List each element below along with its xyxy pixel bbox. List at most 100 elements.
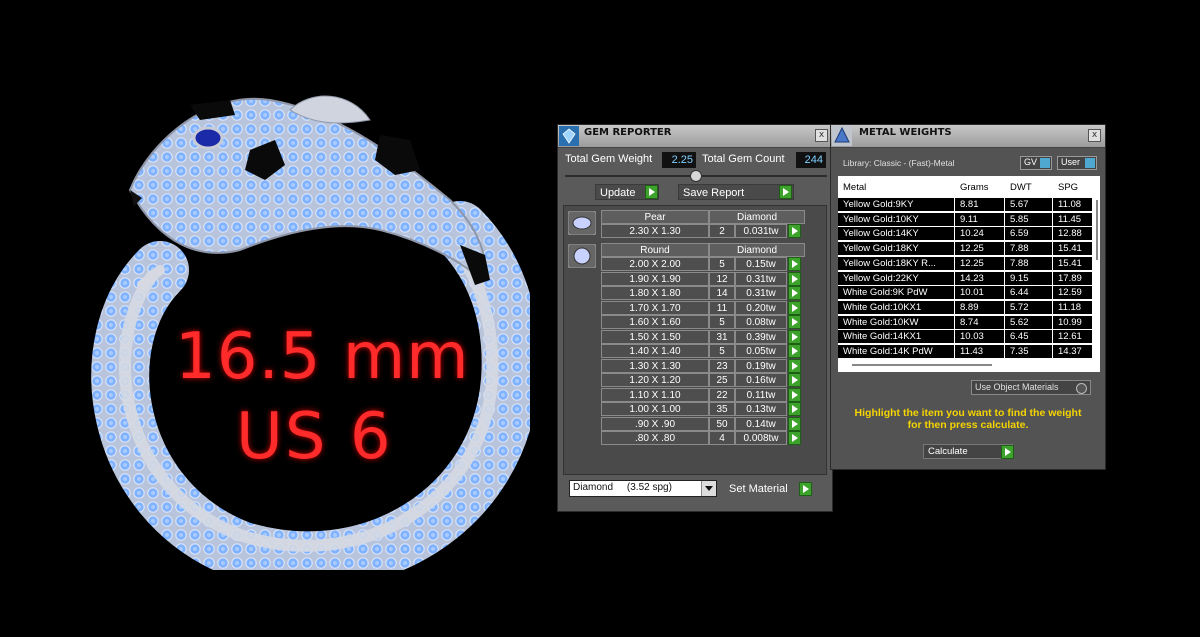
- dwt-column-header[interactable]: DWT: [1005, 178, 1053, 198]
- round-select-arrow-icon[interactable]: [788, 358, 801, 373]
- gv-toggle[interactable]: GV: [1020, 156, 1052, 170]
- metal-row[interactable]: Yellow Gold:18KY 12.25 7.88 15.41: [838, 242, 1093, 257]
- round-gem-row[interactable]: 1.00 X 1.00 35 0.13tw: [601, 402, 823, 416]
- gv-toggle-label: GV: [1024, 157, 1038, 167]
- calculate-button[interactable]: Calculate: [923, 444, 1013, 459]
- metal-grams: 11.43: [955, 345, 1005, 359]
- round-gem-row[interactable]: 1.70 X 1.70 11 0.20tw: [601, 300, 823, 315]
- save-report-button[interactable]: Save Report: [678, 184, 794, 200]
- metal-name: Yellow Gold:18KY: [838, 242, 955, 257]
- set-material-arrow-icon[interactable]: [799, 482, 812, 496]
- metal-dwt: 9.15: [1005, 271, 1053, 286]
- metal-dwt: 5.62: [1005, 315, 1053, 330]
- round-select-arrow-icon[interactable]: [788, 329, 801, 344]
- update-arrow-icon[interactable]: [645, 185, 658, 199]
- round-gem-row[interactable]: 2.00 X 2.00 5 0.15tw: [601, 257, 823, 271]
- metal-row[interactable]: Yellow Gold:18KY R... 12.25 7.88 15.41: [838, 256, 1093, 271]
- round-select-arrow-icon[interactable]: [788, 416, 801, 431]
- round-weight: 0.11tw: [735, 387, 787, 402]
- gem-reporter-close-icon[interactable]: x: [815, 129, 828, 142]
- round-count: 5: [709, 315, 735, 329]
- round-gem-row[interactable]: 1.20 X 1.20 25 0.16tw: [601, 373, 823, 387]
- metal-spg: 17.89: [1053, 271, 1093, 286]
- metal-name: Yellow Gold:14KY: [838, 227, 955, 242]
- use-object-materials-checkbox[interactable]: Use Object Materials: [971, 380, 1091, 395]
- round-select-arrow-icon[interactable]: [788, 402, 801, 416]
- metal-row[interactable]: White Gold:10KW 8.74 5.62 10.99: [838, 315, 1093, 330]
- round-select-arrow-icon[interactable]: [788, 257, 801, 271]
- spg-column-header[interactable]: SPG: [1053, 178, 1093, 198]
- calculate-arrow-icon[interactable]: [1001, 445, 1014, 459]
- pear-shape-label: Pear: [601, 210, 709, 224]
- report-slider-handle[interactable]: [690, 170, 702, 182]
- metal-weights-close-icon[interactable]: x: [1088, 129, 1101, 142]
- metal-dwt: 6.59: [1005, 227, 1053, 242]
- round-gem-row[interactable]: 1.30 X 1.30 23 0.19tw: [601, 358, 823, 373]
- round-count: 11: [709, 300, 735, 315]
- round-count: 31: [709, 329, 735, 344]
- pear-gem-icon: [568, 211, 596, 235]
- round-weight: 0.20tw: [735, 300, 787, 315]
- round-select-arrow-icon[interactable]: [788, 300, 801, 315]
- hint-line-2: for then press calculate.: [907, 419, 1029, 431]
- metal-column-header[interactable]: Metal: [838, 178, 955, 198]
- user-toggle[interactable]: User: [1057, 156, 1097, 170]
- metal-dwt: 7.88: [1005, 256, 1053, 271]
- round-select-arrow-icon[interactable]: [788, 271, 801, 286]
- material-select[interactable]: Diamond (3.52 spg): [569, 480, 717, 497]
- pear-select-arrow-icon[interactable]: [788, 224, 801, 238]
- metal-table-vscrollbar[interactable]: [1094, 198, 1100, 358]
- gem-reporter-titlebar[interactable]: GEM REPORTER x: [558, 125, 832, 148]
- grams-column-header[interactable]: Grams: [955, 178, 1005, 198]
- metal-grams: 10.01: [955, 286, 1005, 301]
- metal-row[interactable]: Yellow Gold:22KY 14.23 9.15 17.89: [838, 271, 1093, 286]
- metal-name: Yellow Gold:18KY R...: [838, 256, 955, 271]
- metal-row[interactable]: Yellow Gold:14KY 10.24 6.59 12.88: [838, 227, 1093, 242]
- metal-weights-app-icon: [832, 126, 852, 146]
- chevron-down-icon[interactable]: [701, 481, 716, 496]
- round-count: 5: [709, 257, 735, 271]
- metal-weights-titlebar[interactable]: METAL WEIGHTS x: [831, 125, 1105, 148]
- metal-grams: 8.89: [955, 300, 1005, 315]
- round-size: 1.60 X 1.60: [601, 315, 709, 329]
- metal-weights-title: METAL WEIGHTS: [859, 127, 952, 138]
- round-select-arrow-icon[interactable]: [788, 286, 801, 300]
- round-select-arrow-icon[interactable]: [788, 373, 801, 387]
- round-count: 50: [709, 416, 735, 431]
- round-select-arrow-icon[interactable]: [788, 315, 801, 329]
- metal-dwt: 7.88: [1005, 242, 1053, 257]
- round-gem-icon: [568, 244, 596, 268]
- metal-name: White Gold:10KX1: [838, 300, 955, 315]
- round-gem-row[interactable]: 1.10 X 1.10 22 0.11tw: [601, 387, 823, 402]
- round-select-arrow-icon[interactable]: [788, 431, 801, 445]
- metal-dwt: 7.35: [1005, 345, 1053, 359]
- round-size: 1.40 X 1.40: [601, 344, 709, 358]
- round-select-arrow-icon[interactable]: [788, 344, 801, 358]
- round-gem-row[interactable]: 1.50 X 1.50 31 0.39tw: [601, 329, 823, 344]
- metal-spg: 12.61: [1053, 330, 1093, 345]
- metal-row[interactable]: Yellow Gold:9KY 8.81 5.67 11.08: [838, 198, 1093, 212]
- round-count: 35: [709, 402, 735, 416]
- metal-row[interactable]: White Gold:9K PdW 10.01 6.44 12.59: [838, 286, 1093, 301]
- metal-row[interactable]: White Gold:10KX1 8.89 5.72 11.18: [838, 300, 1093, 315]
- round-gem-row[interactable]: 1.90 X 1.90 12 0.31tw: [601, 271, 823, 286]
- round-gem-row[interactable]: 1.60 X 1.60 5 0.08tw: [601, 315, 823, 329]
- round-gem-row[interactable]: .80 X .80 4 0.008tw: [601, 431, 823, 445]
- calculate-button-label: Calculate: [928, 446, 968, 457]
- round-gem-row[interactable]: 1.40 X 1.40 5 0.05tw: [601, 344, 823, 358]
- total-gem-count-label: Total Gem Count: [702, 153, 785, 165]
- save-report-arrow-icon[interactable]: [779, 185, 792, 199]
- metal-row[interactable]: Yellow Gold:10KY 9.11 5.85 11.45: [838, 212, 1093, 227]
- metal-row[interactable]: White Gold:14KX1 10.03 6.45 12.61: [838, 330, 1093, 345]
- metal-row[interactable]: White Gold:14K PdW 11.43 7.35 14.37: [838, 345, 1093, 359]
- round-weight: 0.39tw: [735, 329, 787, 344]
- metal-name: Yellow Gold:10KY: [838, 212, 955, 227]
- round-gem-row[interactable]: .90 X .90 50 0.14tw: [601, 416, 823, 431]
- radio-icon[interactable]: [1076, 383, 1087, 394]
- pear-gem-row[interactable]: 2.30 X 1.30 2 0.031tw: [601, 224, 823, 238]
- metal-table-hscrollbar[interactable]: [838, 358, 1100, 372]
- pear-weight: 0.031tw: [735, 224, 787, 238]
- round-select-arrow-icon[interactable]: [788, 387, 801, 402]
- ring-size-us: US 6: [236, 400, 393, 474]
- round-gem-row[interactable]: 1.80 X 1.80 14 0.31tw: [601, 286, 823, 300]
